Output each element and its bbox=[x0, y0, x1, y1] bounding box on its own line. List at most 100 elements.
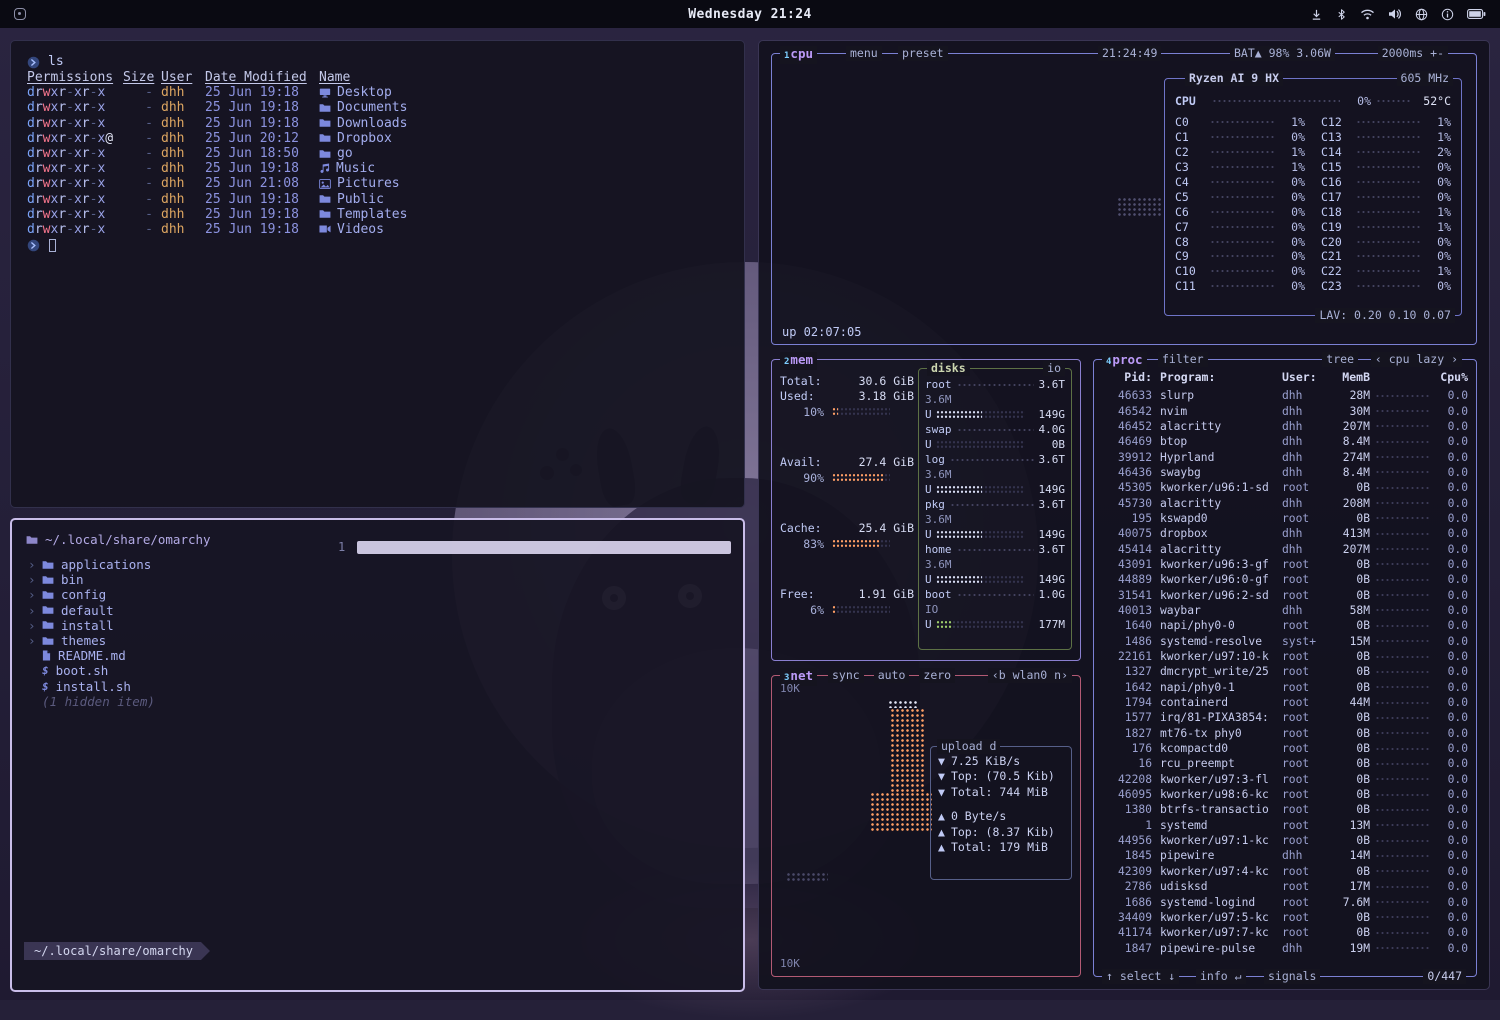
ls-file-row: drwxr-xr-x - dhh 25 Jun 19:18 Public bbox=[27, 192, 728, 207]
net-scale-bottom: 10K bbox=[780, 957, 800, 970]
info-hint[interactable]: info ↵ bbox=[1196, 969, 1246, 984]
tree-toggle[interactable]: tree bbox=[1322, 352, 1358, 367]
info-icon[interactable] bbox=[1441, 8, 1454, 21]
file-permissions: drwxr-xr-x bbox=[27, 161, 115, 176]
preset-button[interactable]: preset bbox=[898, 46, 948, 61]
process-row[interactable]: 42208kworker/u97:3-flroot 0B0.0 bbox=[1102, 772, 1468, 787]
proc-rows: 46633slurpdhh 28M0.0 46542nvimdhh 30M0.0… bbox=[1102, 388, 1468, 958]
fm-item[interactable]: ›config bbox=[28, 587, 348, 602]
btop-window[interactable]: 1cpu menu preset 21:24:49 BAT▲ 98% 3.06W… bbox=[758, 40, 1490, 990]
process-row[interactable]: 1827mt76-tx phy0root 0B0.0 bbox=[1102, 726, 1468, 741]
preview-highlight-row[interactable] bbox=[357, 541, 731, 554]
process-row[interactable]: 44889kworker/u96:0-gfroot 0B0.0 bbox=[1102, 572, 1468, 587]
net-interface[interactable]: ‹b wlan0 n› bbox=[988, 668, 1072, 683]
process-row[interactable]: 43091kworker/u96:3-gfroot 0B0.0 bbox=[1102, 557, 1468, 572]
process-row[interactable]: 1794containerdroot 44M0.0 bbox=[1102, 695, 1468, 710]
mem-stat-graph: 6% bbox=[780, 602, 914, 617]
net-panel-title[interactable]: upload d bbox=[937, 739, 1000, 754]
process-row[interactable]: 1327dmcrypt_write/25root 0B0.0 bbox=[1102, 664, 1468, 679]
fm-item[interactable]: ›applications bbox=[28, 557, 348, 572]
tray-arrow-icon[interactable] bbox=[1310, 8, 1323, 21]
process-row[interactable]: 1686systemd-logindroot 7.6M0.0 bbox=[1102, 894, 1468, 909]
process-row[interactable]: 45730alacrittydhh 208M0.0 bbox=[1102, 495, 1468, 510]
fm-item[interactable]: ›themes bbox=[28, 633, 348, 648]
process-row[interactable]: 195kswapd0root 0B0.0 bbox=[1102, 511, 1468, 526]
process-row[interactable]: 31541kworker/u96:2-sdroot 0B0.0 bbox=[1102, 587, 1468, 602]
file-size: - bbox=[123, 207, 153, 222]
process-row[interactable]: 45414alacrittydhh 207M0.0 bbox=[1102, 541, 1468, 556]
process-row[interactable]: 2786udisksdroot 17M0.0 bbox=[1102, 879, 1468, 894]
net-option-sync[interactable]: sync bbox=[828, 668, 864, 683]
process-row[interactable]: 40013waybardhh 58M0.0 bbox=[1102, 603, 1468, 618]
process-row[interactable]: 46452alacrittydhh 207M0.0 bbox=[1102, 419, 1468, 434]
disks-title[interactable]: disks bbox=[927, 361, 970, 376]
process-row[interactable]: 40075dropboxdhh 413M0.0 bbox=[1102, 526, 1468, 541]
file-name: Downloads bbox=[319, 116, 728, 131]
fm-item[interactable]: $boot.sh bbox=[28, 663, 348, 678]
process-row[interactable]: 16rcu_preemptroot 0B0.0 bbox=[1102, 756, 1468, 771]
process-row[interactable]: 44956kworker/u97:1-kcroot 0B0.0 bbox=[1102, 833, 1468, 848]
fm-item[interactable]: README.md bbox=[28, 648, 348, 663]
process-row[interactable]: 46633slurpdhh 28M0.0 bbox=[1102, 388, 1468, 403]
process-row[interactable]: 176kcompactd0root 0B0.0 bbox=[1102, 741, 1468, 756]
update-interval[interactable]: 2000ms +- bbox=[1378, 46, 1448, 61]
fm-list: ›applications›bin›config›default›install… bbox=[28, 557, 348, 709]
select-hint[interactable]: ↑ select ↓ bbox=[1102, 969, 1179, 984]
fm-item-name: default bbox=[61, 603, 114, 618]
net-graph-download-low bbox=[870, 792, 932, 832]
file-owner: dhh bbox=[161, 161, 197, 176]
file-size: - bbox=[123, 161, 153, 176]
menu-button[interactable]: menu bbox=[846, 46, 882, 61]
fm-item[interactable]: ›default bbox=[28, 603, 348, 618]
process-row[interactable]: 1845pipewiredhh 14M0.0 bbox=[1102, 848, 1468, 863]
process-row[interactable]: 46436swaybgdhh 8.4M0.0 bbox=[1102, 465, 1468, 480]
wifi-icon[interactable] bbox=[1360, 8, 1375, 20]
io-mode-button[interactable]: io bbox=[1043, 361, 1065, 376]
process-row[interactable]: 34409kworker/u97:5-kcroot 0B0.0 bbox=[1102, 910, 1468, 925]
volume-icon[interactable] bbox=[1388, 8, 1402, 20]
process-row[interactable]: 39912Hyprlanddhh 274M0.0 bbox=[1102, 449, 1468, 464]
process-row[interactable]: 46095kworker/u98:6-kcroot 0B0.0 bbox=[1102, 787, 1468, 802]
file-manager-window[interactable]: ~/.local/share/omarchy 1 ›applications›b… bbox=[10, 518, 745, 992]
net-scale-top: 10K bbox=[780, 682, 800, 695]
process-row[interactable]: 46469btopdhh 8.4M0.0 bbox=[1102, 434, 1468, 449]
net-option-zero[interactable]: zero bbox=[919, 668, 955, 683]
filter-button[interactable]: filter bbox=[1158, 352, 1208, 367]
fm-item[interactable]: $install.sh bbox=[28, 679, 348, 694]
fm-item[interactable]: ›bin bbox=[28, 572, 348, 587]
process-row[interactable]: 1577irq/81-PIXA3854:root 0B0.0 bbox=[1102, 710, 1468, 725]
upload-top: Top: (8.37 Kib) bbox=[951, 825, 1055, 839]
cpu-core-row: C31% bbox=[1175, 160, 1305, 175]
proc-box-title[interactable]: 4proc bbox=[1102, 352, 1147, 370]
sort-selector[interactable]: ‹ cpu lazy › bbox=[1371, 352, 1462, 367]
process-row[interactable]: 46542nvimdhh 30M0.0 bbox=[1102, 403, 1468, 418]
terminal-window[interactable]: ls Permissions Size User Date Modified N… bbox=[10, 40, 745, 508]
process-row[interactable]: 41174kworker/u97:7-kcroot 0B0.0 bbox=[1102, 925, 1468, 940]
globe-icon[interactable] bbox=[1415, 8, 1428, 21]
omarchy-logo-button[interactable] bbox=[14, 8, 26, 20]
col-size: Size bbox=[123, 70, 153, 85]
cpu-box-title[interactable]: 1cpu bbox=[780, 46, 817, 64]
cpu-core-row: C221% bbox=[1321, 264, 1451, 279]
fm-item[interactable]: ›install bbox=[28, 618, 348, 633]
prompt-line: ls bbox=[27, 54, 728, 70]
process-row[interactable]: 1847pipewire-pulsedhh 19M0.0 bbox=[1102, 940, 1468, 955]
prompt-line-empty[interactable] bbox=[27, 237, 728, 253]
process-row[interactable]: 42309kworker/u97:4-kcroot 0B0.0 bbox=[1102, 864, 1468, 879]
process-row[interactable]: 45305kworker/u96:1-sdroot 0B0.0 bbox=[1102, 480, 1468, 495]
process-row[interactable]: 22161kworker/u97:10-kroot 0B0.0 bbox=[1102, 649, 1468, 664]
disk-entry: swap4.0G bbox=[925, 422, 1065, 437]
battery-icon[interactable] bbox=[1467, 8, 1486, 20]
load-average: LAV: 0.20 0.10 0.07 bbox=[1315, 308, 1455, 323]
process-row[interactable]: 1systemdroot 13M0.0 bbox=[1102, 818, 1468, 833]
fm-hidden-note: (1 hidden item) bbox=[28, 694, 348, 709]
process-row[interactable]: 1486systemd-resolvesyst+ 15M0.0 bbox=[1102, 634, 1468, 649]
mem-box-title[interactable]: 2mem bbox=[780, 352, 817, 370]
process-row[interactable]: 1380btrfs-transactioroot 0B0.0 bbox=[1102, 802, 1468, 817]
process-row[interactable]: 1642napi/phy0-1root 0B0.0 bbox=[1102, 680, 1468, 695]
process-row[interactable]: 1640napi/phy0-0root 0B0.0 bbox=[1102, 618, 1468, 633]
prompt-icon bbox=[27, 239, 40, 252]
signals-hint[interactable]: signals bbox=[1264, 969, 1320, 984]
net-option-auto[interactable]: auto bbox=[874, 668, 910, 683]
bluetooth-icon[interactable] bbox=[1336, 8, 1347, 21]
